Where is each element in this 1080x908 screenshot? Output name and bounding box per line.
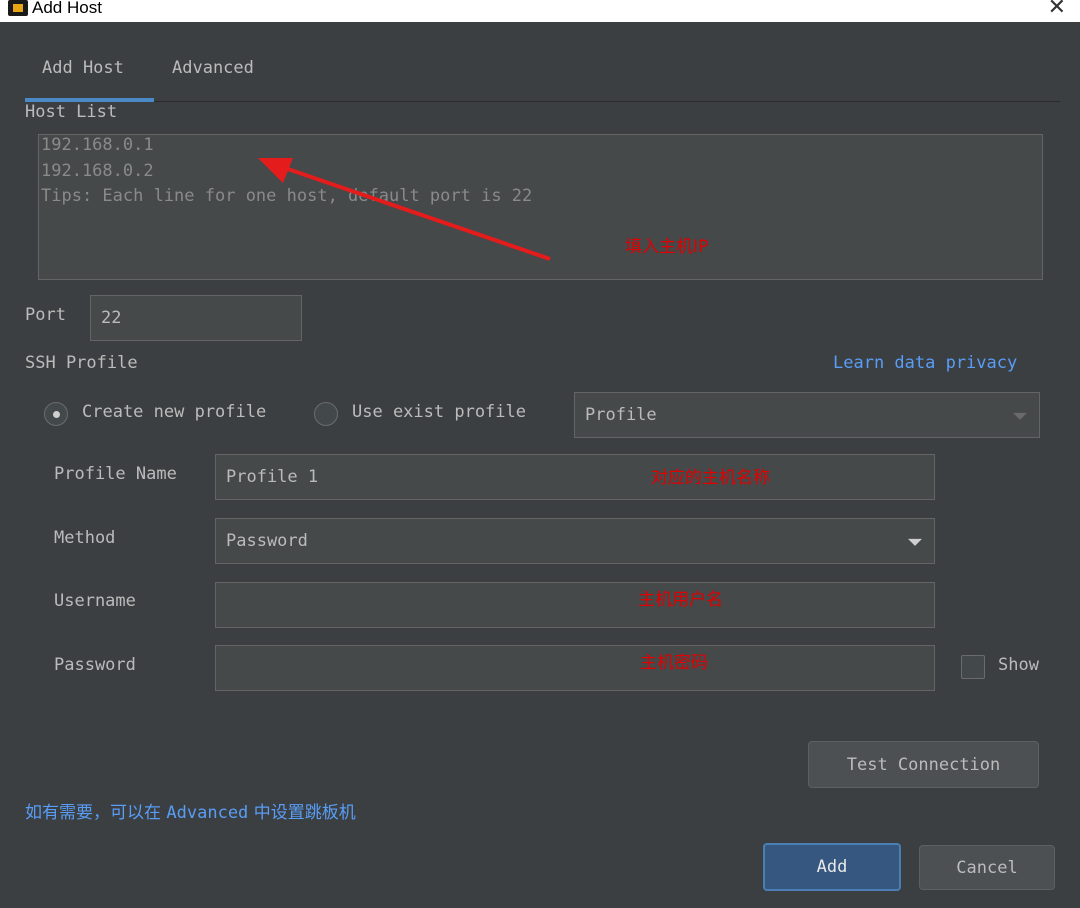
annotation-arrow bbox=[258, 158, 551, 261]
arrow-shaft bbox=[284, 166, 551, 261]
arrow-head-icon bbox=[258, 158, 293, 183]
